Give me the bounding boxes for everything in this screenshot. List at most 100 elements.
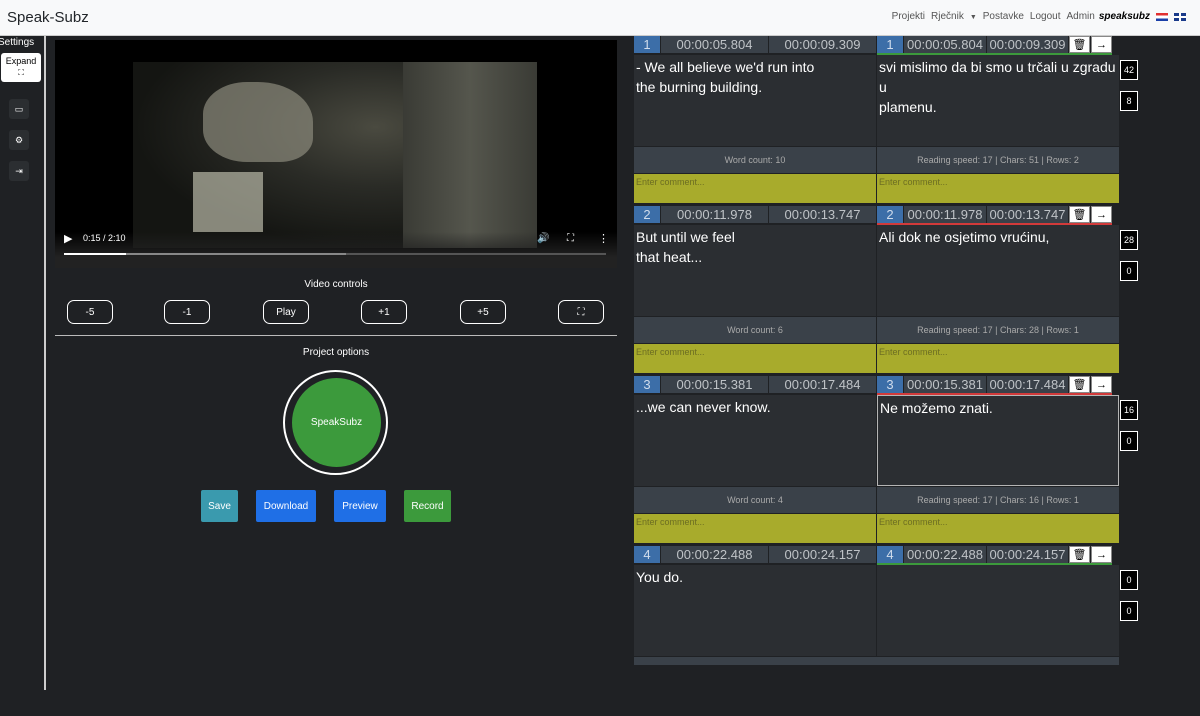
nav-link-logout[interactable]: Logout — [1030, 11, 1061, 22]
subtitle-row: 3 00:00:15.381 00:00:17.484 3 00:00:15.381 00… — [634, 376, 1144, 546]
source-number: 2 — [634, 206, 660, 223]
gear-icon[interactable]: ⚙ — [9, 130, 29, 150]
target-text[interactable]: svi mislimo da bi smo u trčali u zgradu u… — [877, 55, 1119, 146]
record-circle[interactable]: SpeakSubz — [283, 370, 388, 475]
volume-icon[interactable]: 🔊 — [537, 233, 549, 244]
source-start-time[interactable]: 00:00:05.804 — [661, 36, 768, 53]
target-end-time[interactable]: 00:00:17.484 — [987, 376, 1068, 393]
target-end-time[interactable]: 00:00:09.309 — [987, 36, 1068, 53]
target-number: 4 — [877, 546, 903, 563]
nav-link-projekti[interactable]: Projekti — [892, 11, 925, 22]
source-end-time[interactable]: 00:00:09.309 — [769, 36, 876, 53]
fullscreen-icon: ⛶ — [577, 306, 585, 318]
expand-icon: ⛶ — [18, 68, 24, 77]
arrow-right-icon[interactable]: → — [1091, 376, 1112, 393]
char-count-box: 42 — [1120, 60, 1138, 80]
source-start-time[interactable]: 00:00:11.978 — [661, 206, 768, 223]
target-start-time[interactable]: 00:00:22.488 — [904, 546, 986, 563]
play-icon[interactable]: ▶ — [64, 232, 72, 245]
source-number: 1 — [634, 36, 660, 53]
trash-icon[interactable]: 🗑 — [1069, 206, 1090, 223]
record-button[interactable]: Record — [404, 490, 451, 522]
reading-speed: Reading speed: 17 | Chars: 51 | Rows: 2 — [877, 147, 1119, 173]
save-button[interactable]: Save — [201, 490, 238, 522]
nav-link-postavke[interactable]: Postavke — [983, 11, 1024, 22]
brand-logo[interactable]: Speak-Subz — [7, 9, 89, 26]
source-line: - We all believe we'd run into — [636, 59, 815, 75]
target-comment-input[interactable]: Enter comment... — [877, 344, 1119, 373]
record-circle-label: SpeakSubz — [310, 417, 363, 428]
target-end-time[interactable]: 00:00:13.747 — [987, 206, 1068, 223]
source-line: the burning building. — [636, 79, 763, 95]
target-end-time[interactable]: 00:00:24.157 — [987, 546, 1068, 563]
source-text[interactable]: You do. — [634, 565, 876, 656]
video-progress-bar[interactable] — [64, 253, 606, 255]
video-player[interactable]: ▶ 0:15 / 2:10 🔊 ⛶ ⋮ — [55, 40, 617, 268]
source-start-time[interactable]: 00:00:15.381 — [661, 376, 768, 393]
video-controls-title: Video controls — [304, 279, 368, 290]
english-flag-icon[interactable] — [1174, 12, 1186, 21]
subtitle-row: 1 00:00:05.804 00:00:09.309 1 00:00:05.804 00… — [634, 36, 1144, 206]
settings-title: Settings — [0, 37, 35, 48]
fullscreen-icon[interactable]: ⛶ — [567, 233, 574, 244]
video-frame — [133, 62, 537, 248]
arrow-right-icon[interactable]: → — [1091, 36, 1112, 53]
char-count-box: 0 — [1120, 570, 1138, 590]
word-count: Word count: 10 — [634, 147, 876, 173]
target-start-time[interactable]: 00:00:05.804 — [904, 36, 986, 53]
source-end-time[interactable]: 00:00:24.157 — [769, 546, 876, 563]
expand-button[interactable]: Expand ⛶ — [1, 53, 41, 82]
word-count: Word count: 4 — [634, 487, 876, 513]
seek-forward-5-button[interactable]: +5 — [460, 300, 506, 324]
nav-link-admin[interactable]: Admin — [1067, 11, 1095, 22]
seek-forward-1-button[interactable]: +1 — [361, 300, 407, 324]
source-text[interactable]: - We all believe we'd run into the burnin… — [634, 55, 876, 146]
nav-link-rjecnik-label: Rječnik — [931, 11, 964, 22]
video-icon[interactable]: ▭ — [9, 99, 29, 119]
target-text[interactable]: Ali dok ne osjetimo vrućinu, — [877, 225, 1119, 316]
target-line: Ne možemo znati. — [880, 400, 993, 416]
reading-speed: Reading speed: 17 | Chars: 16 | Rows: 1 — [877, 487, 1119, 513]
source-line: You do. — [636, 569, 683, 585]
source-comment-input[interactable]: Enter comment... — [634, 174, 876, 203]
source-end-time[interactable]: 00:00:13.747 — [769, 206, 876, 223]
target-line: u — [879, 79, 887, 95]
trash-icon[interactable]: 🗑 — [1069, 546, 1090, 563]
export-icon[interactable]: ⇥ — [9, 161, 29, 181]
target-number: 2 — [877, 206, 903, 223]
arrow-right-icon[interactable]: → — [1091, 206, 1112, 223]
trash-icon[interactable]: 🗑 — [1069, 36, 1090, 53]
more-options-icon[interactable]: ⋮ — [598, 232, 609, 245]
source-start-time[interactable]: 00:00:22.488 — [661, 546, 768, 563]
source-comment-input[interactable]: Enter comment... — [634, 344, 876, 373]
preview-button[interactable]: Preview — [334, 490, 386, 522]
target-comment-input[interactable]: Enter comment... — [877, 174, 1119, 203]
source-line: But until we feel — [636, 229, 735, 245]
source-text[interactable]: ...we can never know. — [634, 395, 876, 486]
source-comment-input[interactable]: Enter comment... — [634, 514, 876, 543]
source-line: ...we can never know. — [636, 399, 771, 415]
target-text[interactable] — [877, 565, 1119, 656]
arrow-right-icon[interactable]: → — [1091, 546, 1112, 563]
target-text[interactable]: Ne možemo znati. — [877, 395, 1119, 486]
source-text[interactable]: But until we feel that heat... — [634, 225, 876, 316]
source-end-time[interactable]: 00:00:17.484 — [769, 376, 876, 393]
source-number: 3 — [634, 376, 660, 393]
seek-back-5-button[interactable]: -5 — [67, 300, 113, 324]
target-line: svi mislimo da bi smo u trčali u zgradu — [879, 59, 1116, 75]
nav-link-rjecnik[interactable]: Rječnik ▼ — [931, 11, 977, 22]
video-played — [64, 253, 127, 255]
seek-back-1-button[interactable]: -1 — [164, 300, 210, 324]
word-count: Word count: 6 — [634, 317, 876, 343]
target-comment-input[interactable]: Enter comment... — [877, 514, 1119, 543]
croatian-flag-icon[interactable] — [1156, 12, 1168, 21]
target-start-time[interactable]: 00:00:11.978 — [904, 206, 986, 223]
reading-speed: Reading speed: 17 | Chars: 28 | Rows: 1 — [877, 317, 1119, 343]
fullscreen-button[interactable]: ⛶ — [558, 300, 604, 324]
record-circle-inner: SpeakSubz — [292, 378, 381, 467]
target-start-time[interactable]: 00:00:15.381 — [904, 376, 986, 393]
trash-icon[interactable]: 🗑 — [1069, 376, 1090, 393]
settings-sidebar: Settings Expand ⛶ ▭ ⚙ ⇥ — [0, 36, 46, 690]
play-button[interactable]: Play — [263, 300, 309, 324]
download-button[interactable]: Download — [256, 490, 316, 522]
